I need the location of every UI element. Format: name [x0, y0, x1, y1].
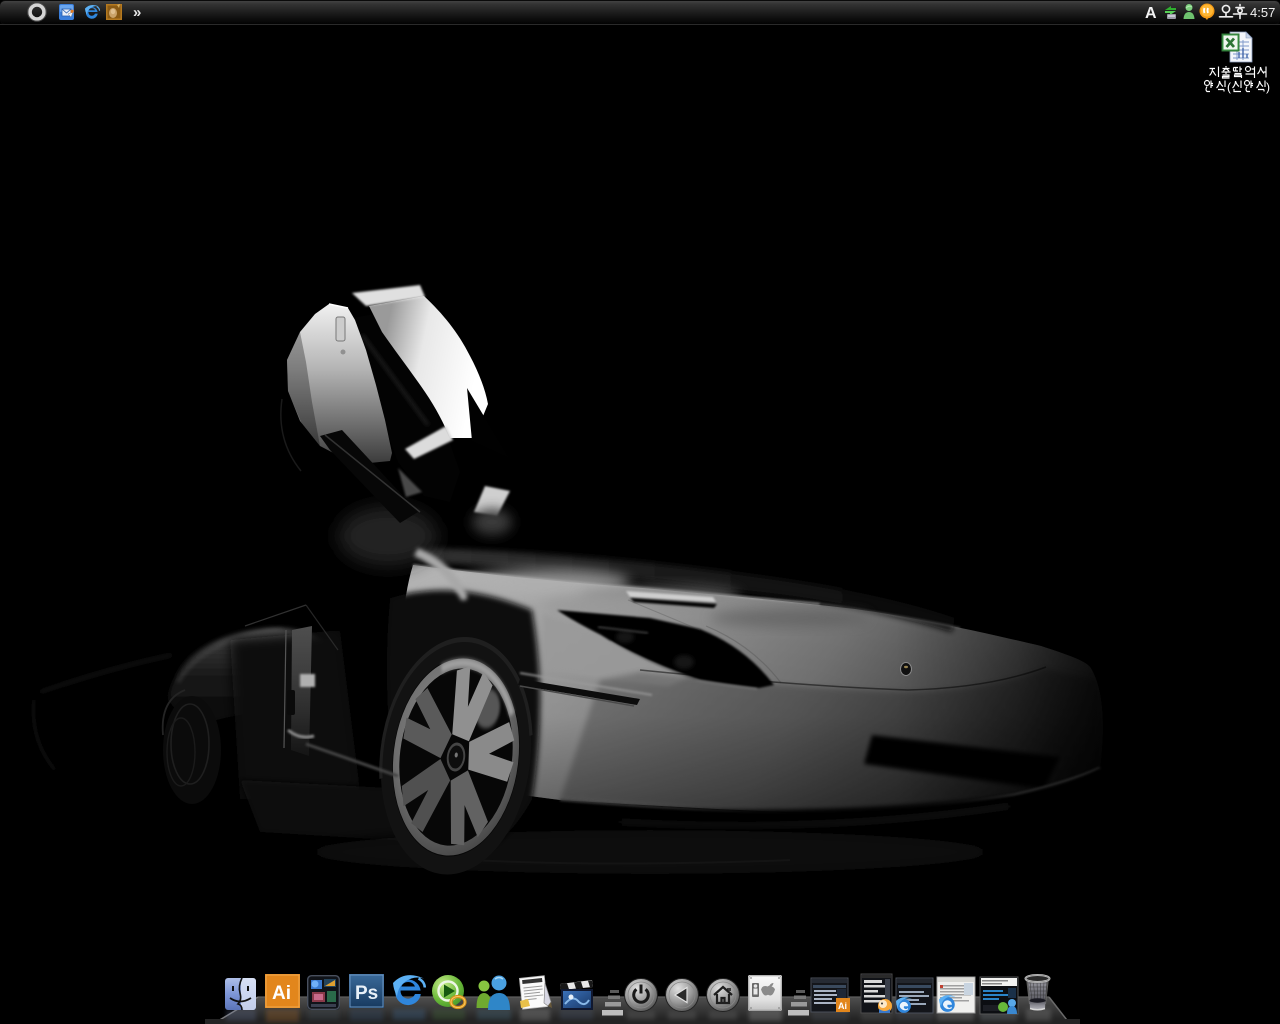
- svg-text:Ai: Ai: [838, 1001, 847, 1011]
- svg-text:A: A: [1145, 5, 1157, 22]
- svg-text:): ): [1266, 80, 1270, 94]
- svg-text:4:57: 4:57: [1250, 5, 1275, 20]
- svg-text:Ps: Ps: [355, 983, 378, 1004]
- svg-text:»: »: [133, 4, 141, 21]
- svg-text:Ai: Ai: [272, 983, 291, 1004]
- svg-text:(: (: [1227, 80, 1231, 94]
